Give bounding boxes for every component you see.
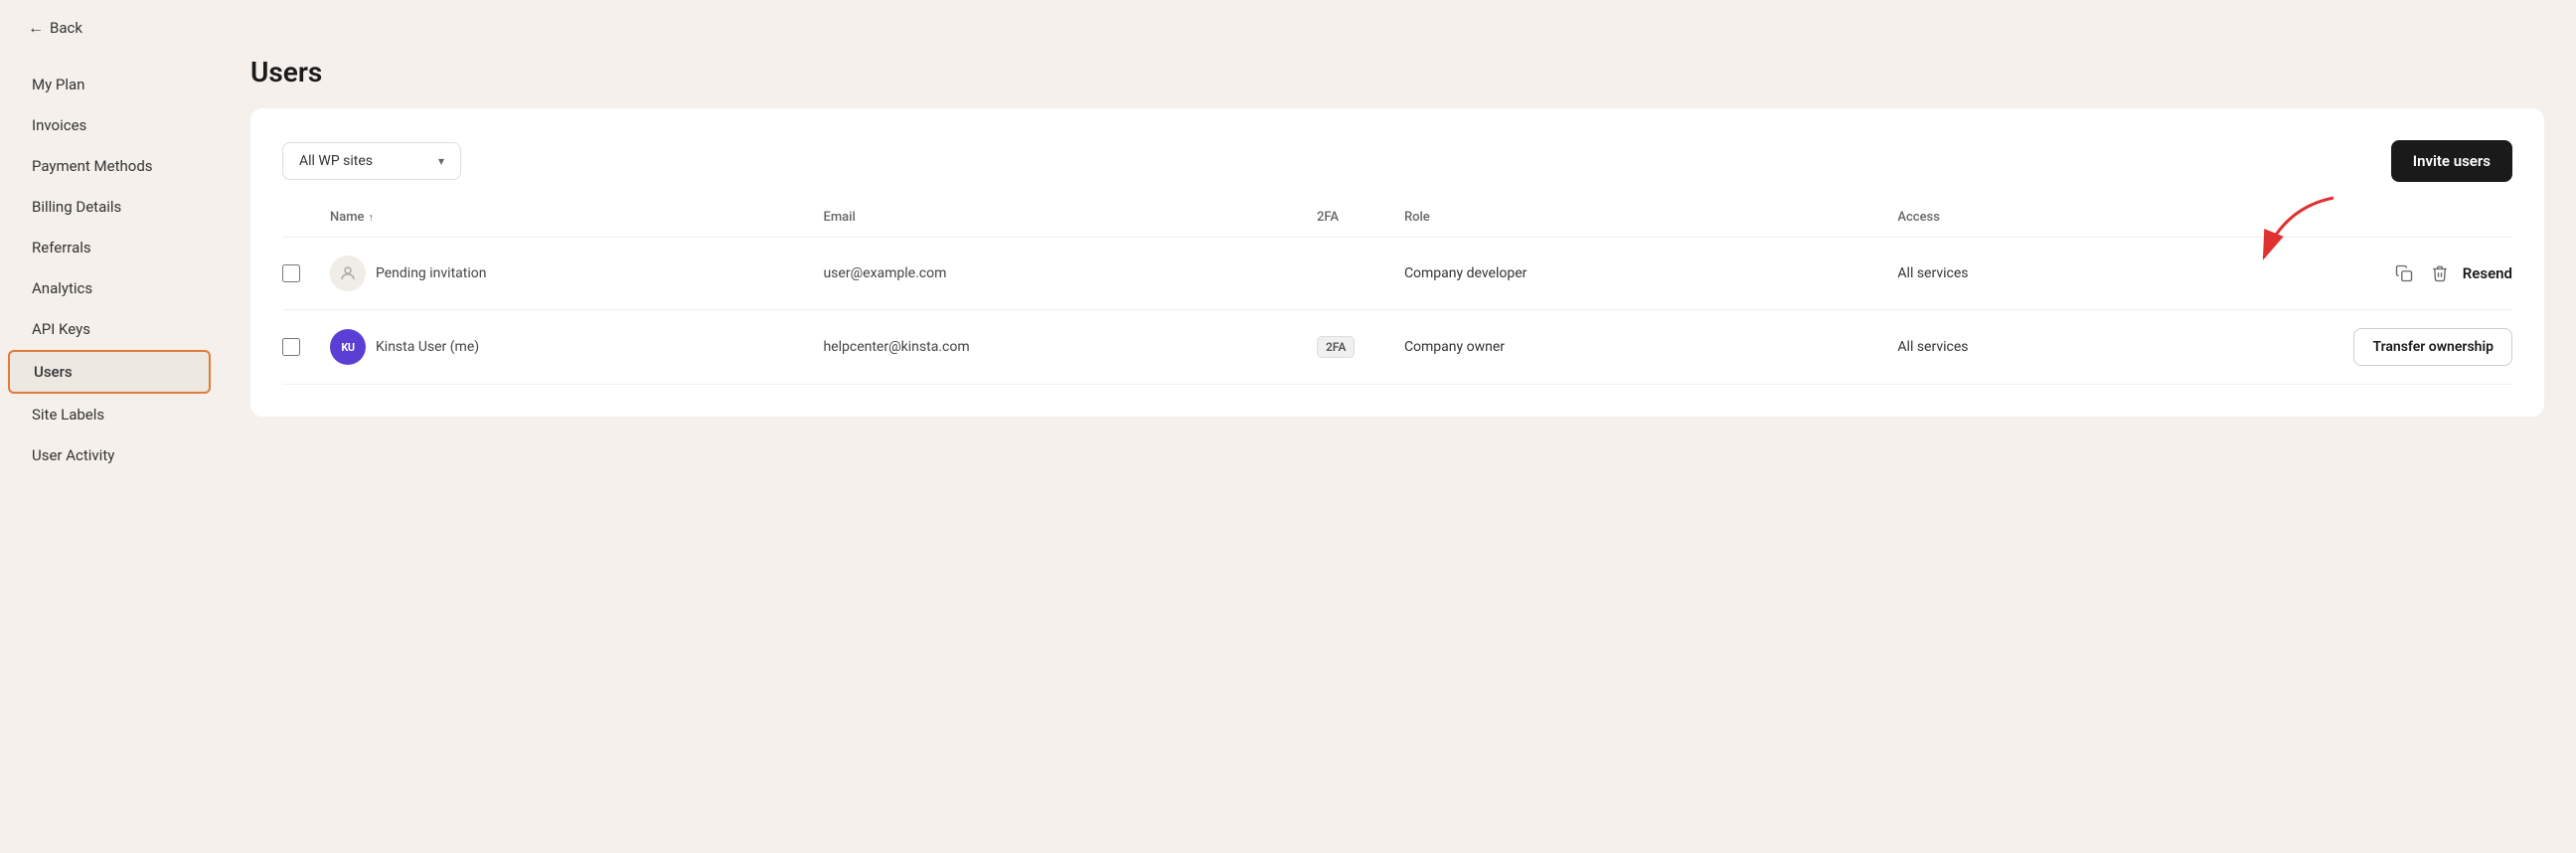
row-checkbox-0[interactable] — [282, 264, 300, 282]
col-header-email: Email — [823, 210, 1308, 225]
page-title: Users — [250, 56, 2544, 88]
sidebar-item-user-activity[interactable]: User Activity — [8, 435, 211, 475]
col-header-role: Role — [1404, 210, 1889, 225]
user-info-1: KU Kinsta User (me) — [330, 329, 815, 365]
sidebar-item-referrals[interactable]: Referrals — [8, 228, 211, 267]
back-button[interactable]: ← Back — [28, 18, 82, 38]
sidebar-item-users[interactable]: Users — [8, 350, 211, 394]
sidebar: My PlanInvoicesPayment MethodsBilling De… — [0, 56, 219, 853]
user-2fa-1: 2FA — [1317, 336, 1396, 358]
col-header-name[interactable]: Name ↑ — [330, 210, 815, 225]
user-role-0: Company developer — [1404, 265, 1889, 281]
table-header: Name ↑ Email 2FA Role Access — [282, 210, 2512, 238]
row-actions-1: Transfer ownership — [2270, 328, 2512, 366]
delete-button[interactable] — [2427, 260, 2453, 286]
sidebar-item-site-labels[interactable]: Site Labels — [8, 395, 211, 434]
user-access-0: All services — [1897, 265, 2261, 281]
resend-button[interactable]: Resend — [2463, 264, 2512, 282]
col-header-access: Access — [1897, 210, 2261, 225]
back-label: Back — [50, 19, 82, 37]
row-actions-0: Resend — [2270, 260, 2512, 286]
copy-button[interactable] — [2391, 260, 2417, 286]
transfer-ownership-button[interactable]: Transfer ownership — [2353, 328, 2512, 366]
user-email-0: user@example.com — [823, 265, 1308, 281]
user-name-0: Pending invitation — [376, 265, 486, 281]
back-arrow-icon: ← — [28, 18, 44, 38]
sidebar-item-payment-methods[interactable]: Payment Methods — [8, 146, 211, 186]
sidebar-item-api-keys[interactable]: API Keys — [8, 309, 211, 349]
col-header-2fa: 2FA — [1317, 210, 1396, 225]
sort-icon: ↑ — [369, 211, 375, 224]
chevron-down-icon: ▾ — [438, 154, 444, 168]
main-layout: My PlanInvoicesPayment MethodsBilling De… — [0, 56, 2576, 853]
sidebar-item-billing-details[interactable]: Billing Details — [8, 187, 211, 227]
row-checkbox-1[interactable] — [282, 338, 300, 356]
filter-dropdown[interactable]: All WP sites ▾ — [282, 142, 461, 180]
content-card: All WP sites ▾ Invite users Name ↑ Email… — [250, 108, 2544, 417]
user-access-1: All services — [1897, 339, 2261, 355]
user-email-1: helpcenter@kinsta.com — [823, 339, 1308, 355]
sidebar-item-invoices[interactable]: Invoices — [8, 105, 211, 145]
avatar-placeholder-icon — [330, 256, 366, 291]
avatar-kinsta: KU — [330, 329, 366, 365]
invite-users-button[interactable]: Invite users — [2391, 140, 2512, 182]
sidebar-item-analytics[interactable]: Analytics — [8, 268, 211, 308]
user-role-1: Company owner — [1404, 339, 1889, 355]
table-row: KU Kinsta User (me) helpcenter@kinsta.com 2… — [282, 310, 2512, 385]
top-bar: ← Back — [0, 0, 2576, 56]
2fa-badge-1: 2FA — [1317, 336, 1355, 358]
sidebar-item-my-plan[interactable]: My Plan — [8, 65, 211, 104]
user-info-0: Pending invitation — [330, 256, 815, 291]
filter-label: All WP sites — [299, 153, 373, 169]
table-body: Pending invitation user@example.com Compan… — [282, 238, 2512, 385]
toolbar: All WP sites ▾ Invite users — [282, 140, 2512, 182]
content-area: Users All WP sites ▾ Invite users Name ↑… — [219, 56, 2576, 853]
user-name-1: Kinsta User (me) — [376, 339, 479, 355]
table-row: Pending invitation user@example.com Compan… — [282, 238, 2512, 310]
